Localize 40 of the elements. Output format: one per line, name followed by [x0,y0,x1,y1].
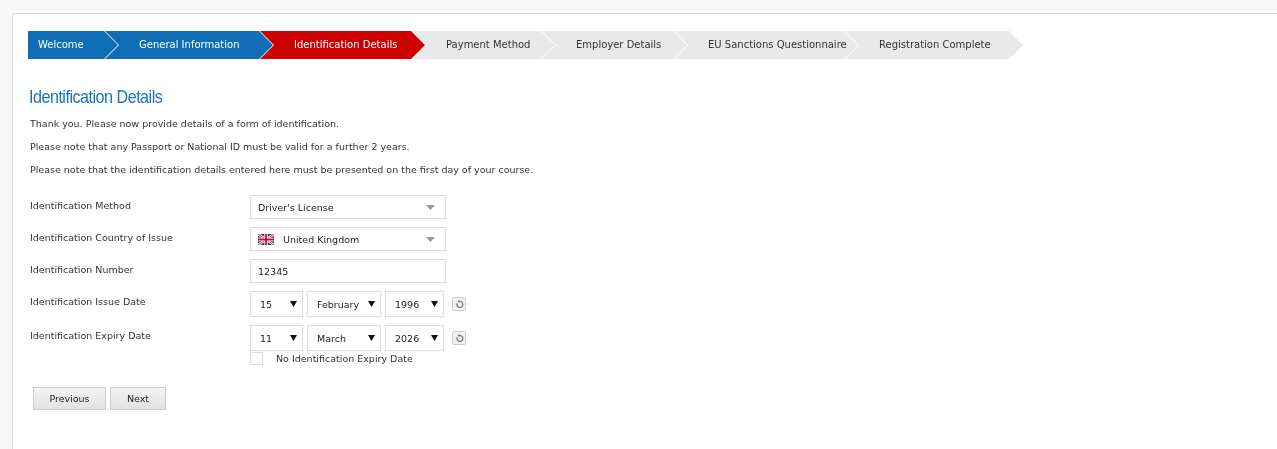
caret-icon [431,335,438,341]
instruction-text: Thank you. Please now provide details of a form of identification. [30,118,341,129]
wizard-step[interactable]: Identification Details [260,31,425,59]
caret-icon [426,236,435,242]
reset-button[interactable] [452,331,466,345]
caret-icon [426,204,435,210]
dropdown[interactable]: Driver's License [250,195,446,219]
caret-icon [431,301,438,307]
field-label: Identification Method [29,199,132,213]
day-dropdown[interactable]: 15 [250,291,303,317]
field-label: Identification Issue Date [29,295,147,309]
flag-icon [258,233,274,245]
year-dropdown[interactable]: 2026 [385,325,444,351]
caret-icon [368,335,375,341]
page-heading: Identification Details [29,86,163,108]
caret-icon [290,301,297,307]
month-dropdown[interactable]: February [307,291,381,317]
checkbox[interactable] [250,352,263,365]
day-dropdown[interactable]: 11 [250,325,303,351]
instruction-text: Please note that any Passport or National ID must be valid for a further 2 years. [30,141,411,152]
wizard-step[interactable]: EU Sanctions Questionnaire [674,31,858,59]
wizard-step[interactable]: Welcome [28,31,118,59]
reset-button[interactable] [452,297,466,311]
month-dropdown[interactable]: March [307,325,381,351]
wizard-step[interactable]: Employer Details [542,31,687,59]
caret-icon [368,301,375,307]
nav-button[interactable]: Previous [33,387,106,410]
instruction-text: Please note that the identification details entered here must be presented on the first day of your course. [30,164,535,175]
field-label: Identification Country of Issue [29,231,174,245]
nav-button[interactable]: Next [110,387,166,410]
year-dropdown[interactable]: 1996 [385,291,444,317]
country-dropdown[interactable]: United Kingdom [250,227,446,251]
field-label: Identification Number [29,263,135,277]
wizard-step[interactable]: General Information [105,31,273,59]
wizard-step[interactable]: Payment Method [412,31,555,59]
checkbox-label: No Identification Expiry Date [276,353,413,364]
caret-icon [290,335,297,341]
text-field[interactable]: 12345 [250,259,446,283]
field-label: Identification Expiry Date [29,329,152,343]
wizard-step[interactable]: Registration Complete [845,31,1023,59]
